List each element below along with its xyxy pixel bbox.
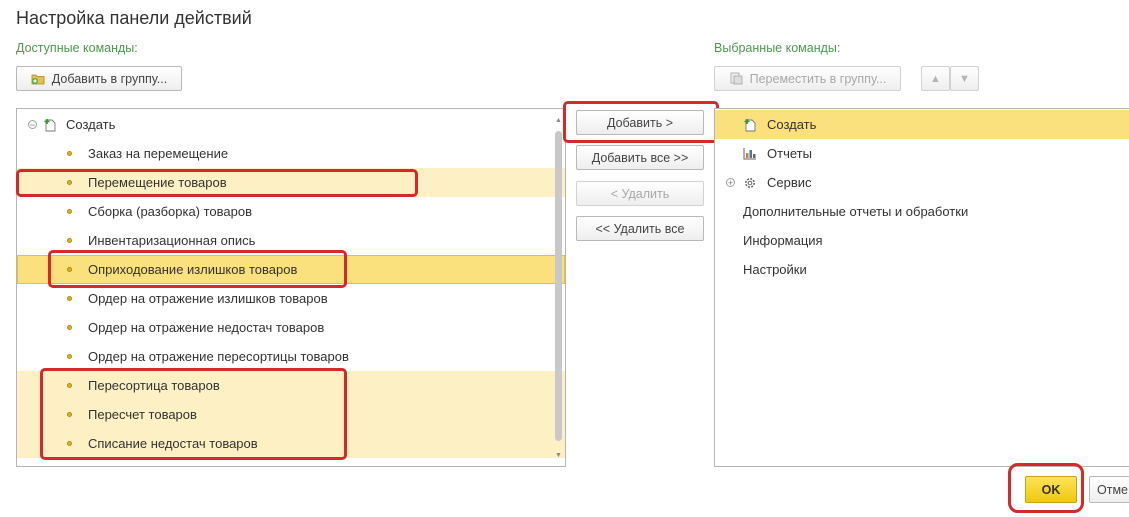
create-document-icon bbox=[743, 118, 757, 132]
scroll-up-icon[interactable]: ▲ bbox=[554, 117, 563, 125]
bullet-icon bbox=[67, 238, 72, 243]
list-item[interactable]: Списание недостач товаров bbox=[17, 429, 565, 458]
bar-chart-icon bbox=[743, 147, 757, 160]
tree-item-info[interactable]: Информация bbox=[715, 226, 1129, 255]
add-to-group-label: Добавить в группу... bbox=[51, 71, 168, 86]
arrow-down-icon: ▼ bbox=[959, 72, 970, 85]
tree-item-label: Информация bbox=[743, 233, 823, 248]
list-item[interactable]: Ордер на отражение пересортицы товаров bbox=[17, 342, 565, 371]
bullet-icon bbox=[67, 441, 72, 446]
move-up-button[interactable]: ▲ bbox=[921, 66, 950, 91]
list-item-label: Перемещение товаров bbox=[88, 175, 227, 190]
list-item-label: Пересортица товаров bbox=[88, 378, 220, 393]
tree-item-label: Сервис bbox=[767, 175, 812, 190]
add-all-button[interactable]: Добавить все >> bbox=[576, 145, 704, 170]
gear-icon bbox=[743, 176, 757, 190]
tree-item-label: Отчеты bbox=[767, 146, 812, 161]
tree-item-extra[interactable]: Дополнительные отчеты и обработки bbox=[715, 197, 1129, 226]
selected-commands-tree[interactable]: Создать Отчеты + Сервис Дополнительные о… bbox=[714, 108, 1129, 467]
bullet-icon bbox=[67, 354, 72, 359]
cancel-button[interactable]: Отме bbox=[1089, 476, 1129, 503]
list-item-clipped: + bbox=[17, 458, 565, 466]
tree-item-create[interactable]: Создать bbox=[715, 110, 1129, 139]
list-item[interactable]: Пересортица товаров bbox=[17, 371, 565, 400]
list-item-label: Заказ на перемещение bbox=[88, 146, 229, 161]
selected-commands-label: Выбранные команды: bbox=[714, 41, 841, 55]
expand-icon[interactable]: + bbox=[726, 178, 735, 188]
tree-root-create[interactable]: − Создать bbox=[17, 110, 565, 139]
remove-all-button[interactable]: << Удалить все bbox=[576, 216, 704, 241]
bullet-icon bbox=[67, 209, 72, 214]
bullet-icon bbox=[67, 412, 72, 417]
ok-button[interactable]: OK bbox=[1025, 476, 1077, 503]
available-commands-label: Доступные команды: bbox=[16, 41, 138, 55]
list-item[interactable]: Ордер на отражение излишков товаров bbox=[17, 284, 565, 313]
create-document-icon bbox=[43, 118, 57, 132]
list-item-label: Оприходование излишков товаров bbox=[88, 262, 298, 277]
bullet-icon bbox=[67, 180, 72, 185]
scrollbar-thumb[interactable] bbox=[555, 131, 562, 441]
tree-item-reports[interactable]: Отчеты bbox=[715, 139, 1129, 168]
list-item-label: Ордер на отражение пересортицы товаров bbox=[88, 349, 349, 364]
tree-item-service[interactable]: + Сервис bbox=[715, 168, 1129, 197]
list-item[interactable]: Пересчет товаров bbox=[17, 400, 565, 429]
list-item[interactable]: Перемещение товаров bbox=[17, 168, 565, 197]
list-item[interactable]: Инвентаризационная опись bbox=[17, 226, 565, 255]
add-button[interactable]: Добавить > bbox=[576, 110, 704, 135]
list-item-label: Ордер на отражение излишков товаров bbox=[88, 291, 328, 306]
tree-item-label: Дополнительные отчеты и обработки bbox=[743, 204, 969, 219]
list-item-label: Сборка (разборка) товаров bbox=[88, 204, 253, 219]
folder-add-icon bbox=[31, 72, 46, 85]
available-commands-tree[interactable]: − Создать Заказ на перемещение Перемещен… bbox=[16, 108, 566, 467]
list-item[interactable]: Ордер на отражение недостач товаров bbox=[17, 313, 565, 342]
list-item[interactable]: Заказ на перемещение bbox=[17, 139, 565, 168]
bullet-icon bbox=[67, 151, 72, 156]
move-group-icon bbox=[729, 72, 743, 85]
bullet-icon bbox=[67, 383, 72, 388]
list-item-selected[interactable]: Оприходование излишков товаров bbox=[17, 255, 565, 284]
bullet-icon bbox=[67, 296, 72, 301]
vertical-scrollbar[interactable]: ▲ ▼ bbox=[554, 113, 563, 462]
list-item[interactable]: Сборка (разборка) товаров bbox=[17, 197, 565, 226]
bullet-icon bbox=[67, 267, 72, 272]
list-item-label: Пересчет товаров bbox=[88, 407, 197, 422]
scroll-down-icon[interactable]: ▼ bbox=[554, 452, 563, 460]
list-item-label: Списание недостач товаров bbox=[88, 436, 258, 451]
tree-item-settings[interactable]: Настройки bbox=[715, 255, 1129, 284]
add-to-group-button[interactable]: Добавить в группу... bbox=[16, 66, 182, 91]
move-to-group-button[interactable]: Переместить в группу... bbox=[714, 66, 901, 91]
list-item-label: Инвентаризационная опись bbox=[88, 233, 256, 248]
tree-item-label: Настройки bbox=[743, 262, 807, 277]
arrow-up-icon: ▲ bbox=[930, 72, 941, 85]
collapse-icon[interactable]: − bbox=[28, 120, 37, 130]
bullet-icon bbox=[67, 325, 72, 330]
tree-root-label: Создать bbox=[66, 117, 116, 132]
remove-button[interactable]: < Удалить bbox=[576, 181, 704, 206]
move-down-button[interactable]: ▼ bbox=[950, 66, 979, 91]
tree-item-label: Создать bbox=[767, 117, 817, 132]
move-to-group-label: Переместить в группу... bbox=[749, 71, 887, 86]
dialog-title: Настройка панели действий bbox=[16, 8, 252, 28]
list-item-label: Ордер на отражение недостач товаров bbox=[88, 320, 325, 335]
